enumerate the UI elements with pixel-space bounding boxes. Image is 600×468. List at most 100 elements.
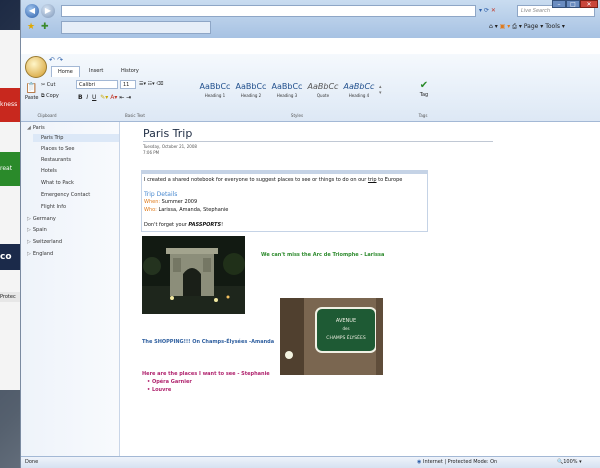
tab-history[interactable]: History [115, 66, 145, 77]
zoom-control[interactable]: 🔍100% ▾ [557, 459, 582, 465]
reminder-pre: Don't forget your [144, 222, 189, 228]
style-sample: AaBbCc [307, 82, 339, 91]
style-name: Heading 3 [276, 93, 298, 98]
stop-icon[interactable]: ✕ [491, 7, 496, 14]
style-name: Heading 1 [204, 93, 226, 98]
tab-insert[interactable]: Insert [83, 66, 109, 77]
numbering-icon[interactable]: ☷▾ [148, 81, 155, 87]
sidebar-item-label: Germany [32, 216, 56, 222]
style-heading-3[interactable]: AaBbCc Heading 3 [270, 80, 304, 104]
dropdown-icon[interactable]: ▾ [479, 7, 482, 14]
browser-tab[interactable] [61, 21, 211, 34]
trip-details-heading: Trip Details [144, 191, 178, 198]
sidebar-item-paris-trip[interactable]: Paris Trip [33, 134, 119, 142]
security-zone[interactable]: ◉ Internet | Protected Mode: On [417, 459, 497, 465]
ribbon: 📋 Paste ✂ Cut ⧉ Copy Clipboard Calibri 1… [21, 54, 600, 122]
clipboard-group-label: Clipboard [37, 113, 57, 118]
reminder-post: ! [221, 222, 224, 228]
sidebar-item-places-to-see[interactable]: Places to See [41, 145, 74, 153]
italic-icon[interactable]: I [86, 94, 88, 101]
expanded-arrow-icon: ◢ [27, 125, 31, 131]
sidebar-item-emergency-contact[interactable]: Emergency Contact [41, 191, 90, 199]
copy-button[interactable]: ⧉ Copy [41, 93, 59, 99]
sidebar-item-hotels[interactable]: Hotels [41, 167, 57, 175]
cut-icon: ✂ [41, 82, 46, 88]
list-buttons: ☰▾ ☷▾ ⌫ [139, 81, 163, 87]
sidebar-item-flight-info[interactable]: Flight Info [41, 203, 66, 211]
styles-scroll-icon[interactable]: ▴ ▾ [379, 84, 382, 96]
style-sample: AaBbCc [343, 82, 375, 91]
outdent-icon[interactable]: ⇤ [119, 94, 124, 101]
sidebar-item-paris[interactable]: ◢ Paris [27, 124, 45, 132]
browser-window: ◀ ▶ ▾ ⟳ ✕ Live Search – □ ✕ ★ ✚ ⌂ ▾ ▣ ▾ … [20, 0, 600, 468]
sidebar-item-england[interactable]: ▷ England [27, 250, 53, 258]
styles-group-label: Styles [290, 113, 304, 118]
basic-text-group-label: Basic Text [125, 113, 145, 118]
minimize-button[interactable]: – [552, 0, 566, 8]
print-icon[interactable]: ⎙ ▾ [512, 23, 522, 30]
back-icon[interactable]: ◀ [25, 4, 39, 18]
copy-label: Copy [46, 93, 59, 99]
address-actions: ▾ ⟳ ✕ [479, 5, 511, 17]
font-size-box[interactable]: 11 [120, 80, 136, 89]
sidebar-item-label: Paris [32, 125, 45, 131]
style-name: Heading 2 [240, 93, 262, 98]
tag-button[interactable]: ✔ Tag [414, 80, 434, 106]
address-bar[interactable] [61, 5, 476, 17]
paste-icon[interactable]: 📋 [25, 83, 37, 94]
page-title[interactable]: Paris Trip [143, 127, 192, 140]
page-menu[interactable]: Page ▾ [524, 23, 543, 30]
favorites-star-icon[interactable]: ★ [27, 22, 35, 32]
close-button[interactable]: ✕ [580, 0, 598, 8]
format-buttons: B I U ✎▾ A▾ ⇤ ⇥ [78, 94, 131, 101]
cut-button[interactable]: ✂ Cut [41, 82, 55, 88]
sign-text-line2: des [342, 326, 349, 331]
note-container-handle[interactable] [142, 171, 427, 174]
tools-menu[interactable]: Tools ▾ [545, 23, 565, 30]
home-icon[interactable]: ⌂ ▾ [489, 23, 498, 30]
feeds-icon[interactable]: ▣ ▾ [500, 23, 511, 30]
font-color-icon[interactable]: A▾ [110, 94, 117, 101]
status-text: Done [25, 459, 39, 465]
undo-icon[interactable]: ↶ [49, 56, 55, 64]
paste-button[interactable]: Paste [25, 95, 39, 101]
sidebar-item-germany[interactable]: ▷ Germany [27, 215, 56, 223]
font-name-box[interactable]: Calibri [76, 80, 118, 89]
globe-icon: ◉ [417, 459, 422, 465]
status-bar: Done ◉ Internet | Protected Mode: On 🔍10… [21, 456, 600, 468]
tools-menu-label: Tools [545, 23, 560, 30]
style-sample: AaBbCc [271, 82, 303, 91]
intro-link: trip [367, 177, 377, 183]
champs-elysees-sign-photo[interactable]: AVENUE des CHAMPS ÉLYSÉES [280, 298, 383, 375]
note-container[interactable]: I created a shared notebook for everyone… [141, 170, 428, 232]
time-text: 7:06 PM [143, 150, 160, 155]
clear-format-icon[interactable]: ⌫ [156, 81, 163, 87]
maximize-button[interactable]: □ [566, 0, 580, 8]
refresh-icon[interactable]: ⟳ [484, 7, 489, 14]
places-item-1: • Opéra Garnier [147, 379, 192, 385]
style-heading-1[interactable]: AaBbCc Heading 1 [198, 80, 232, 104]
indent-icon[interactable]: ⇥ [126, 94, 131, 101]
page-date: Tuesday, October 21, 2008 7:06 PM [143, 144, 197, 156]
style-quote[interactable]: AaBbCc Quote [306, 80, 340, 104]
bullets-icon[interactable]: ☰▾ [139, 81, 146, 87]
title-rule [143, 141, 493, 142]
sidebar-item-spain[interactable]: ▷ Spain [27, 226, 47, 234]
add-favorite-icon[interactable]: ✚ [41, 22, 49, 32]
forward-icon[interactable]: ▶ [41, 4, 55, 18]
style-heading-4[interactable]: AaBbCc Heading 4 [342, 80, 376, 104]
bold-icon[interactable]: B [78, 94, 83, 101]
sidebar-item-label: England [32, 251, 54, 257]
when-value: Summer 2009 [160, 199, 198, 205]
highlight-icon[interactable]: ✎▾ [100, 94, 108, 101]
sidebar-item-label: Spain [32, 227, 47, 233]
arc-de-triomphe-photo[interactable] [142, 236, 245, 314]
redo-icon[interactable]: ↷ [57, 56, 63, 64]
sidebar-item-switzerland[interactable]: ▷ Switzerland [27, 238, 62, 246]
sidebar-item-restaurants[interactable]: Restaurants [41, 156, 71, 164]
style-heading-2[interactable]: AaBbCc Heading 2 [234, 80, 268, 104]
tab-home[interactable]: Home [51, 66, 80, 77]
underline-icon[interactable]: U [92, 94, 96, 101]
sidebar-item-what-to-pack[interactable]: What to Pack [41, 179, 74, 187]
app-menu-button[interactable] [25, 56, 47, 78]
